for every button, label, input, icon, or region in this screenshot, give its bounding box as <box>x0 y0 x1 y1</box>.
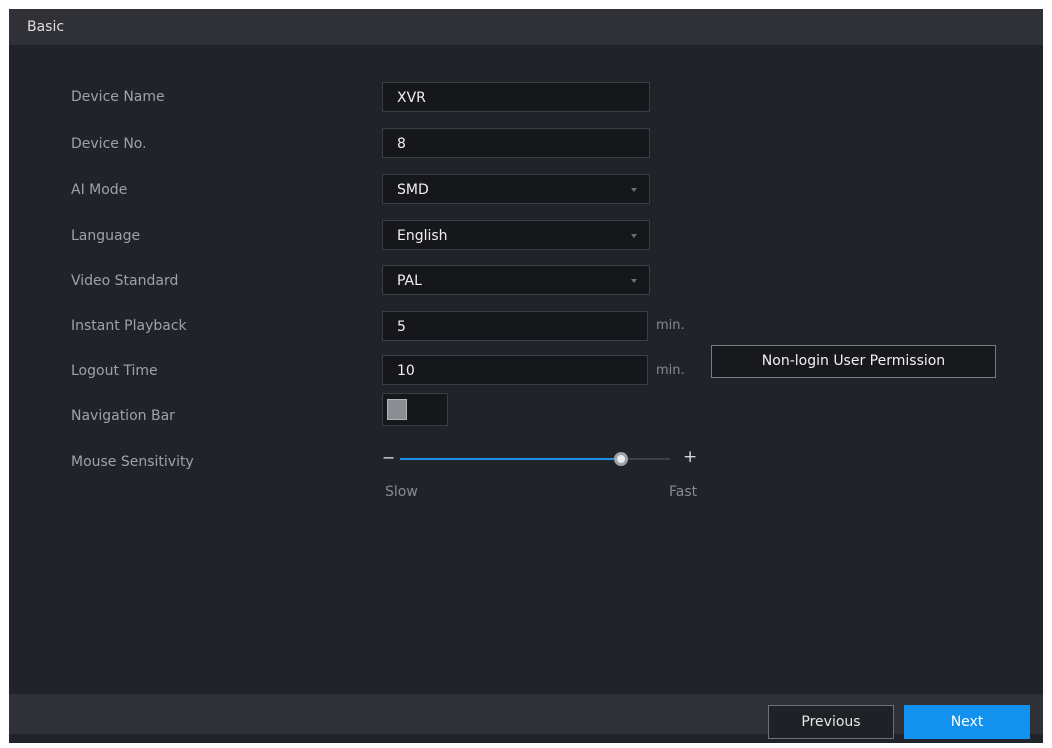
window-title: Basic <box>27 19 65 35</box>
next-button[interactable]: Next <box>904 705 1030 739</box>
device-no-input[interactable]: 8 <box>382 128 650 158</box>
video-standard-label: Video Standard <box>71 273 179 289</box>
previous-button[interactable]: Previous <box>768 705 894 739</box>
ai-mode-label: AI Mode <box>71 182 128 198</box>
slow-label: Slow <box>385 484 418 500</box>
chevron-down-icon <box>631 279 637 283</box>
device-no-label: Device No. <box>71 136 147 152</box>
video-standard-value: PAL <box>397 273 422 289</box>
chevron-down-icon <box>631 234 637 238</box>
language-select[interactable]: English <box>382 220 650 250</box>
minus-icon[interactable]: − <box>382 450 395 466</box>
logout-time-unit: min. <box>656 363 685 378</box>
logout-time-input[interactable]: 10 <box>382 355 648 385</box>
language-value: English <box>397 228 448 244</box>
device-name-value: XVR <box>397 90 426 106</box>
mouse-sensitivity-slider: − + <box>382 444 712 474</box>
navigation-bar-label: Navigation Bar <box>71 408 175 424</box>
title-bar: Basic <box>9 9 1043 45</box>
instant-playback-value: 5 <box>397 319 406 335</box>
chevron-down-icon <box>631 188 637 192</box>
slider-track[interactable] <box>400 452 670 466</box>
fast-label: Fast <box>669 484 698 500</box>
device-name-input[interactable]: XVR <box>382 82 650 112</box>
toggle-knob <box>387 399 407 420</box>
instant-playback-input[interactable]: 5 <box>382 311 648 341</box>
language-label: Language <box>71 228 141 244</box>
device-no-value: 8 <box>397 136 406 152</box>
non-login-user-permission-button[interactable]: Non-login User Permission <box>711 345 996 378</box>
logout-time-value: 10 <box>397 363 415 379</box>
logout-time-label: Logout Time <box>71 363 158 379</box>
plus-icon[interactable]: + <box>683 449 697 466</box>
instant-playback-label: Instant Playback <box>71 318 187 334</box>
mouse-sensitivity-label: Mouse Sensitivity <box>71 454 194 470</box>
ai-mode-select[interactable]: SMD <box>382 174 650 204</box>
device-name-label: Device Name <box>71 89 165 105</box>
video-standard-select[interactable]: PAL <box>382 265 650 295</box>
instant-playback-unit: min. <box>656 318 685 333</box>
slider-thumb[interactable] <box>614 452 628 466</box>
navigation-bar-toggle[interactable] <box>382 393 448 426</box>
ai-mode-value: SMD <box>397 182 429 198</box>
slider-fill <box>400 458 621 460</box>
